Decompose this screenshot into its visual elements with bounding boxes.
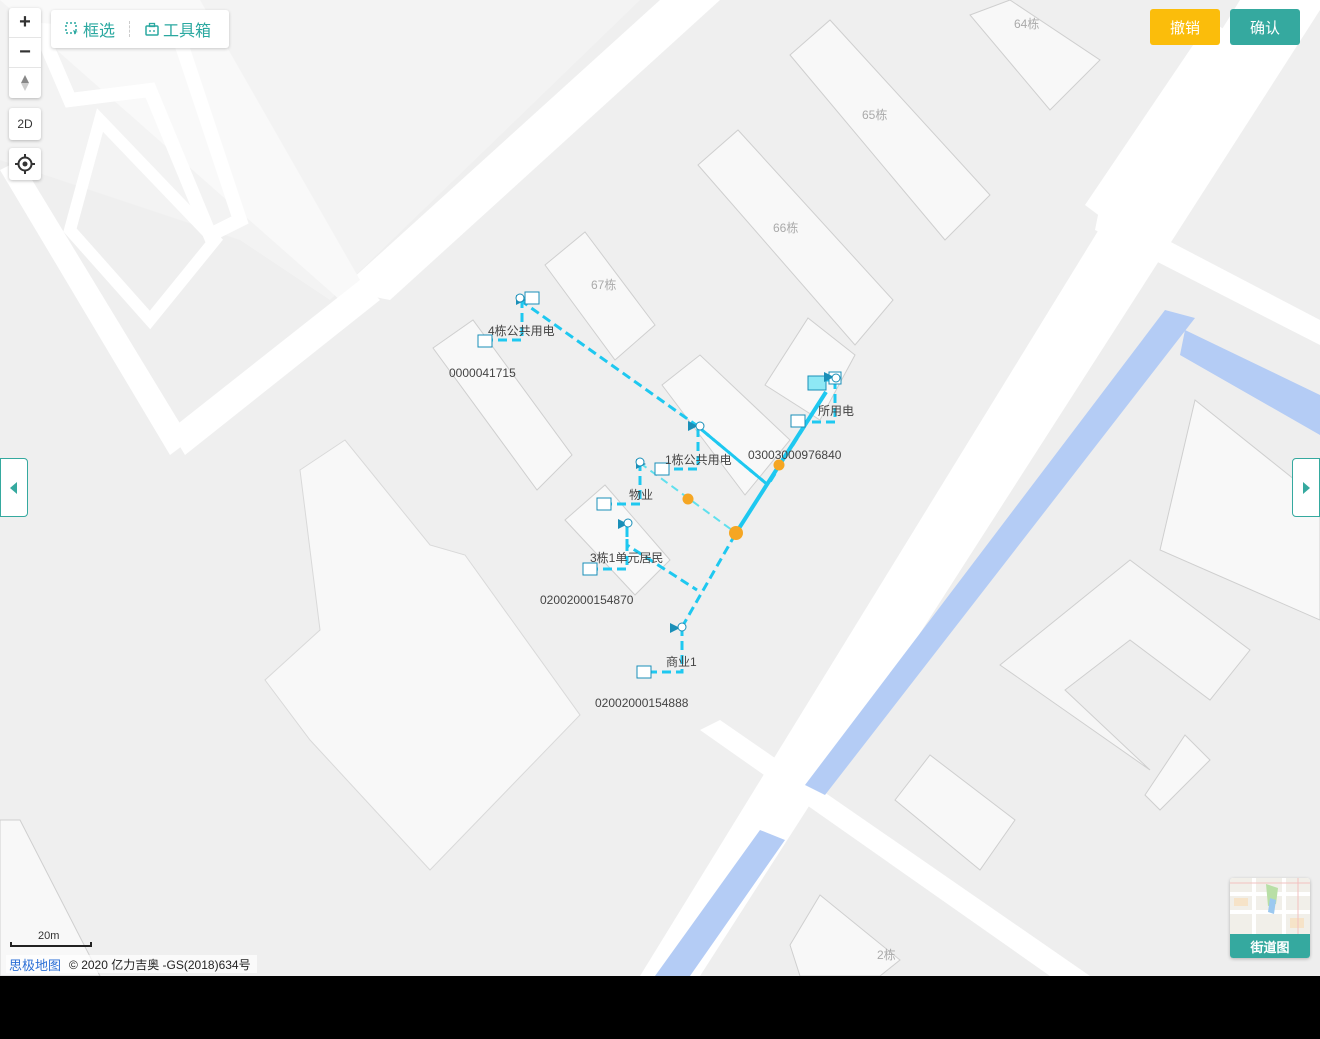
compass-button[interactable] <box>9 68 41 98</box>
label-suo-yong-dian: 所用电 <box>818 404 855 418</box>
locate-icon <box>15 154 35 174</box>
zoom-in-button[interactable]: + <box>9 8 41 38</box>
street-map-thumbnail-icon <box>1230 878 1310 934</box>
box-select-tool[interactable]: 框选 <box>51 17 129 41</box>
confirm-button[interactable]: 确认 <box>1230 9 1300 45</box>
toolbox-icon <box>145 22 159 36</box>
label-4bldg-public: 4栋公共用电 <box>488 324 555 338</box>
compass-icon <box>21 75 29 91</box>
label-3bldg-resident: 3栋1单元居民 <box>590 551 664 565</box>
scale-bar-line <box>10 942 92 947</box>
right-panel-toggle[interactable] <box>1292 458 1320 517</box>
network-overlay <box>477 291 842 679</box>
label-id-976840: 03003000976840 <box>748 448 842 462</box>
locate-button[interactable] <box>9 148 41 180</box>
scale-bar: 20m <box>10 928 92 947</box>
label-wuye: 物业 <box>629 488 654 502</box>
box-select-label: 框选 <box>83 23 116 40</box>
map-canvas[interactable]: 64栋 65栋 66栋 67栋 2栋 4栋公共用电 0000041715 所用电… <box>0 0 1320 976</box>
map-toolbar: 框选 工具箱 <box>51 10 229 48</box>
street-view-label: 街道图 <box>1230 934 1310 958</box>
map-provider-logo[interactable]: 思极地图 <box>9 955 61 974</box>
view-2d-button[interactable]: 2D <box>9 108 41 140</box>
label-shangye: 商业1 <box>666 655 697 669</box>
left-panel-toggle[interactable] <box>0 458 28 517</box>
street-view-toggle[interactable]: 街道图 <box>1230 878 1310 958</box>
label-1bldg-public: 1栋公共用电 <box>665 453 732 467</box>
map-attribution: 思极地图 © 2020 亿力吉奥 -GS(2018)634号 <box>6 955 257 973</box>
cancel-button[interactable]: 撤销 <box>1150 9 1220 45</box>
zoom-control: + − <box>9 8 41 98</box>
caret-right-icon <box>1303 481 1310 494</box>
toolbox-label: 工具箱 <box>163 23 212 40</box>
label-id-154870: 02002000154870 <box>540 593 634 607</box>
scale-label: 20m <box>38 930 60 942</box>
zoom-out-button[interactable]: − <box>9 38 41 68</box>
copyright-text: © 2020 亿力吉奥 -GS(2018)634号 <box>69 957 251 972</box>
toolbox-tool[interactable]: 工具箱 <box>131 17 225 41</box>
label-id-154888: 02002000154888 <box>595 696 689 710</box>
caret-left-icon <box>10 481 17 494</box>
box-select-icon <box>65 22 78 35</box>
label-id-41715: 0000041715 <box>449 366 516 380</box>
